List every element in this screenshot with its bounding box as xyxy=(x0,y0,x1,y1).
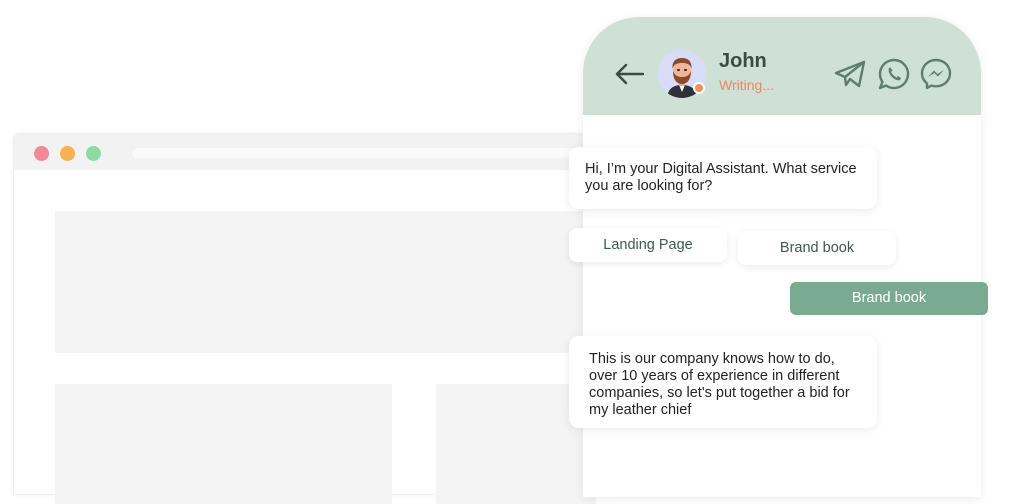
browser-toolbar xyxy=(14,134,614,170)
bot-message: Hi, I’m your Digital Assistant. What ser… xyxy=(569,147,877,209)
bot-message: This is our company knows how to do, ove… xyxy=(569,336,877,428)
chat-header: John Writing... xyxy=(583,17,981,115)
browser-mockup xyxy=(13,133,615,504)
telegram-icon[interactable] xyxy=(833,57,867,91)
close-window-dot[interactable] xyxy=(34,146,49,161)
typing-status: Writing... xyxy=(719,77,774,93)
option-landing-page[interactable]: Landing Page xyxy=(569,228,727,262)
contact-name: John xyxy=(719,50,767,72)
content-placeholder-hero xyxy=(55,211,595,353)
address-bar-placeholder xyxy=(132,148,602,158)
whatsapp-icon[interactable] xyxy=(877,57,911,91)
content-placeholder-left xyxy=(55,384,392,504)
online-status-dot xyxy=(693,82,705,94)
arrow-left-icon[interactable] xyxy=(613,62,645,86)
option-brand-book[interactable]: Brand book xyxy=(738,231,896,265)
minimize-window-dot[interactable] xyxy=(60,146,75,161)
user-reply-message: Brand book xyxy=(790,282,988,315)
maximize-window-dot[interactable] xyxy=(86,146,101,161)
messenger-icon[interactable] xyxy=(919,57,953,91)
